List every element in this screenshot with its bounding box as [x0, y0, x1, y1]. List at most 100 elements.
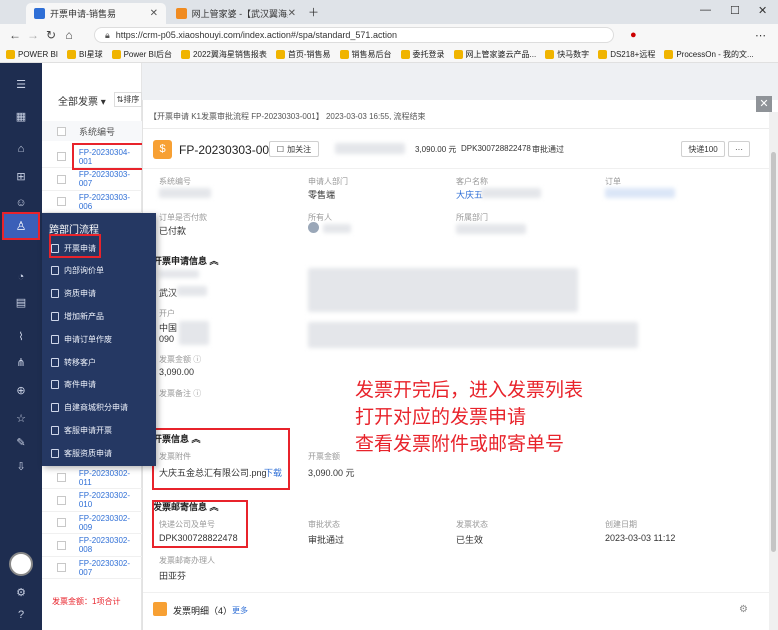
- row-checkbox[interactable]: [57, 152, 66, 161]
- sort-button[interactable]: ⇅ 排序: [114, 92, 142, 107]
- bookmark-label: DS218+远程: [610, 49, 656, 59]
- reload-icon[interactable]: ↻: [42, 28, 60, 42]
- flyout-menu-item[interactable]: 客服申请开票: [51, 423, 112, 437]
- url-input[interactable]: 🔒︎ https://crm-p05.xiaoshouyi.com/index.…: [94, 27, 614, 43]
- row-checkbox[interactable]: [57, 197, 66, 206]
- kuaidi100-button[interactable]: 快递100: [681, 141, 725, 157]
- flyout-menu-item[interactable]: 资质申请: [51, 287, 96, 301]
- row-checkbox[interactable]: [57, 518, 66, 527]
- table-row[interactable]: FP-20230302-009: [42, 512, 142, 534]
- help-icon[interactable]: ?: [13, 607, 29, 623]
- record-link[interactable]: FP-20230302-009: [79, 514, 142, 532]
- close-window-icon[interactable]: ✕: [758, 4, 767, 17]
- home-icon[interactable]: ⌂: [60, 28, 78, 42]
- header-tracking: DPK300728822478: [461, 144, 531, 153]
- bookmark-item[interactable]: 委托登录: [400, 49, 445, 60]
- record-link[interactable]: FP-20230302-011: [79, 469, 142, 487]
- dashboard-icon[interactable]: ▦: [13, 109, 29, 125]
- flyout-menu-item[interactable]: 转移客户: [51, 355, 96, 369]
- bookmark-item[interactable]: POWER BI: [6, 49, 58, 59]
- new-tab-icon[interactable]: ＋: [308, 4, 319, 20]
- maximize-icon[interactable]: ☐: [730, 4, 740, 17]
- table-row[interactable]: FP-20230303-007: [42, 169, 142, 191]
- flyout-menu-item[interactable]: 内部询价单: [51, 264, 104, 278]
- flyout-menu-item[interactable]: 增加新产品: [51, 309, 104, 323]
- record-link[interactable]: FP-20230302-008: [79, 536, 142, 554]
- chart-pie-icon[interactable]: ◔: [13, 269, 29, 285]
- forward-icon[interactable]: →: [24, 28, 42, 42]
- user-avatar[interactable]: [9, 552, 33, 576]
- bookmark-item[interactable]: Power BI后台: [111, 49, 172, 60]
- bookmark-item[interactable]: 快马数字: [545, 49, 589, 60]
- row-checkbox[interactable]: [57, 495, 66, 505]
- list-filter[interactable]: 全部发票 ▾: [58, 93, 106, 108]
- row-checkbox[interactable]: [57, 563, 66, 572]
- menu-icon[interactable]: ☰: [13, 77, 29, 93]
- settings-menu-icon[interactable]: ⋯: [755, 29, 766, 42]
- settings-icon[interactable]: ⚙: [13, 585, 29, 601]
- analytics-icon[interactable]: ⌇: [13, 329, 29, 345]
- close-panel-button[interactable]: ✕: [756, 96, 772, 112]
- contacts-icon[interactable]: ☺: [13, 195, 29, 211]
- record-title: FP-20230303-001: [179, 143, 276, 157]
- more-actions-button[interactable]: ···: [728, 141, 750, 157]
- close-tab-icon[interactable]: ✕: [288, 8, 296, 19]
- table-row[interactable]: FP-20230302-010: [42, 490, 142, 512]
- flyout-menu-item[interactable]: 自建商城积分申请: [51, 401, 128, 415]
- tab-crm[interactable]: 开票申请-销售易 ✕: [26, 3, 166, 24]
- tab-label: 网上管家婆 -【武汉翼海星科技...: [191, 9, 288, 19]
- scrollbar-thumb[interactable]: [771, 152, 776, 552]
- home-icon[interactable]: ⌂: [13, 141, 29, 157]
- bookmark-label: 首页-销售易: [287, 49, 331, 59]
- bookmark-item[interactable]: 首页-销售易: [275, 49, 331, 60]
- apps-icon[interactable]: ⊞: [13, 169, 29, 185]
- record-link[interactable]: FP-20230302-007: [79, 559, 142, 577]
- tab-guanjiapo[interactable]: 网上管家婆 -【武汉翼海星科技... ✕: [168, 3, 304, 24]
- row-checkbox[interactable]: [57, 540, 66, 550]
- flyout-menu-item[interactable]: 申请订单作废: [51, 332, 112, 346]
- row-checkbox[interactable]: [57, 174, 66, 184]
- flyout-item-label: 客服资质申请: [64, 448, 112, 458]
- table-row[interactable]: FP-20230302-008: [42, 535, 142, 557]
- app-sidebar: ☰ ▦ ⌂ ⊞ ☺ ♙ ◔ ▤ ⌇ ⋔ ⊕ ☆ ✎ ⇩ ⚙ ?: [0, 63, 42, 630]
- minimize-icon[interactable]: —: [700, 4, 711, 16]
- download-icon[interactable]: ⇩: [13, 459, 29, 475]
- bookmark-label: 2022翼海星销售报表: [193, 49, 267, 59]
- bookmark-item[interactable]: 2022翼海星销售报表: [181, 49, 267, 60]
- row-checkbox[interactable]: [57, 473, 66, 482]
- flyout-menu-item[interactable]: 寄件申请: [51, 378, 96, 392]
- bookmark-item[interactable]: BI星球: [67, 49, 103, 60]
- target-icon[interactable]: ⊕: [13, 383, 29, 399]
- table-row[interactable]: FP-20230302-007: [42, 557, 142, 579]
- close-tab-icon[interactable]: ✕: [150, 8, 158, 19]
- table-row[interactable]: FP-20230302-011: [42, 467, 142, 489]
- record-link[interactable]: FP-20230302-010: [79, 491, 142, 509]
- created-date: 2023-03-03 11:12: [605, 533, 676, 543]
- record-link[interactable]: FP-20230303-007: [79, 170, 142, 188]
- star-icon[interactable]: ☆: [13, 411, 29, 427]
- select-all-checkbox[interactable]: [57, 126, 66, 136]
- record-link[interactable]: FP-20230303-006: [79, 193, 142, 211]
- annotation-line: 发票开完后，进入发票列表: [355, 380, 584, 401]
- browser-tab-bar: 开票申请-销售易 ✕ 网上管家婆 -【武汉翼海星科技... ✕ ＋ — ☐ ✕: [0, 0, 778, 24]
- follow-button[interactable]: ☐ 加关注: [269, 141, 319, 157]
- back-icon[interactable]: ←: [6, 28, 24, 42]
- highlight-flyout-item: [49, 234, 101, 258]
- bookmark-item[interactable]: 销售易后台: [339, 49, 392, 60]
- customer-link[interactable]: 大庆五: [456, 188, 483, 201]
- hierarchy-icon[interactable]: ⋔: [13, 355, 29, 371]
- scrollbar[interactable]: [769, 112, 778, 630]
- notes-icon[interactable]: ✎: [13, 435, 29, 451]
- more-link[interactable]: 更多: [232, 605, 248, 616]
- bookmark-item[interactable]: ProcessOn - 我的文...: [664, 49, 754, 60]
- table-row[interactable]: FP-20230303-006: [42, 191, 142, 213]
- report-icon[interactable]: ▤: [13, 295, 29, 311]
- header-amount: 3,090.00 元: [415, 145, 457, 154]
- flyout-menu-item[interactable]: 客服资质申请: [51, 446, 112, 460]
- extensions-icon[interactable]: ●: [630, 29, 637, 41]
- collapse-icon[interactable]: ︽: [210, 256, 219, 266]
- flyout-item-label: 自建商城积分申请: [64, 403, 128, 413]
- gear-icon[interactable]: ⚙: [739, 604, 748, 615]
- bookmark-item[interactable]: DS218+远程: [598, 49, 655, 60]
- bookmark-item[interactable]: 网上管家婆云产品...: [453, 49, 536, 60]
